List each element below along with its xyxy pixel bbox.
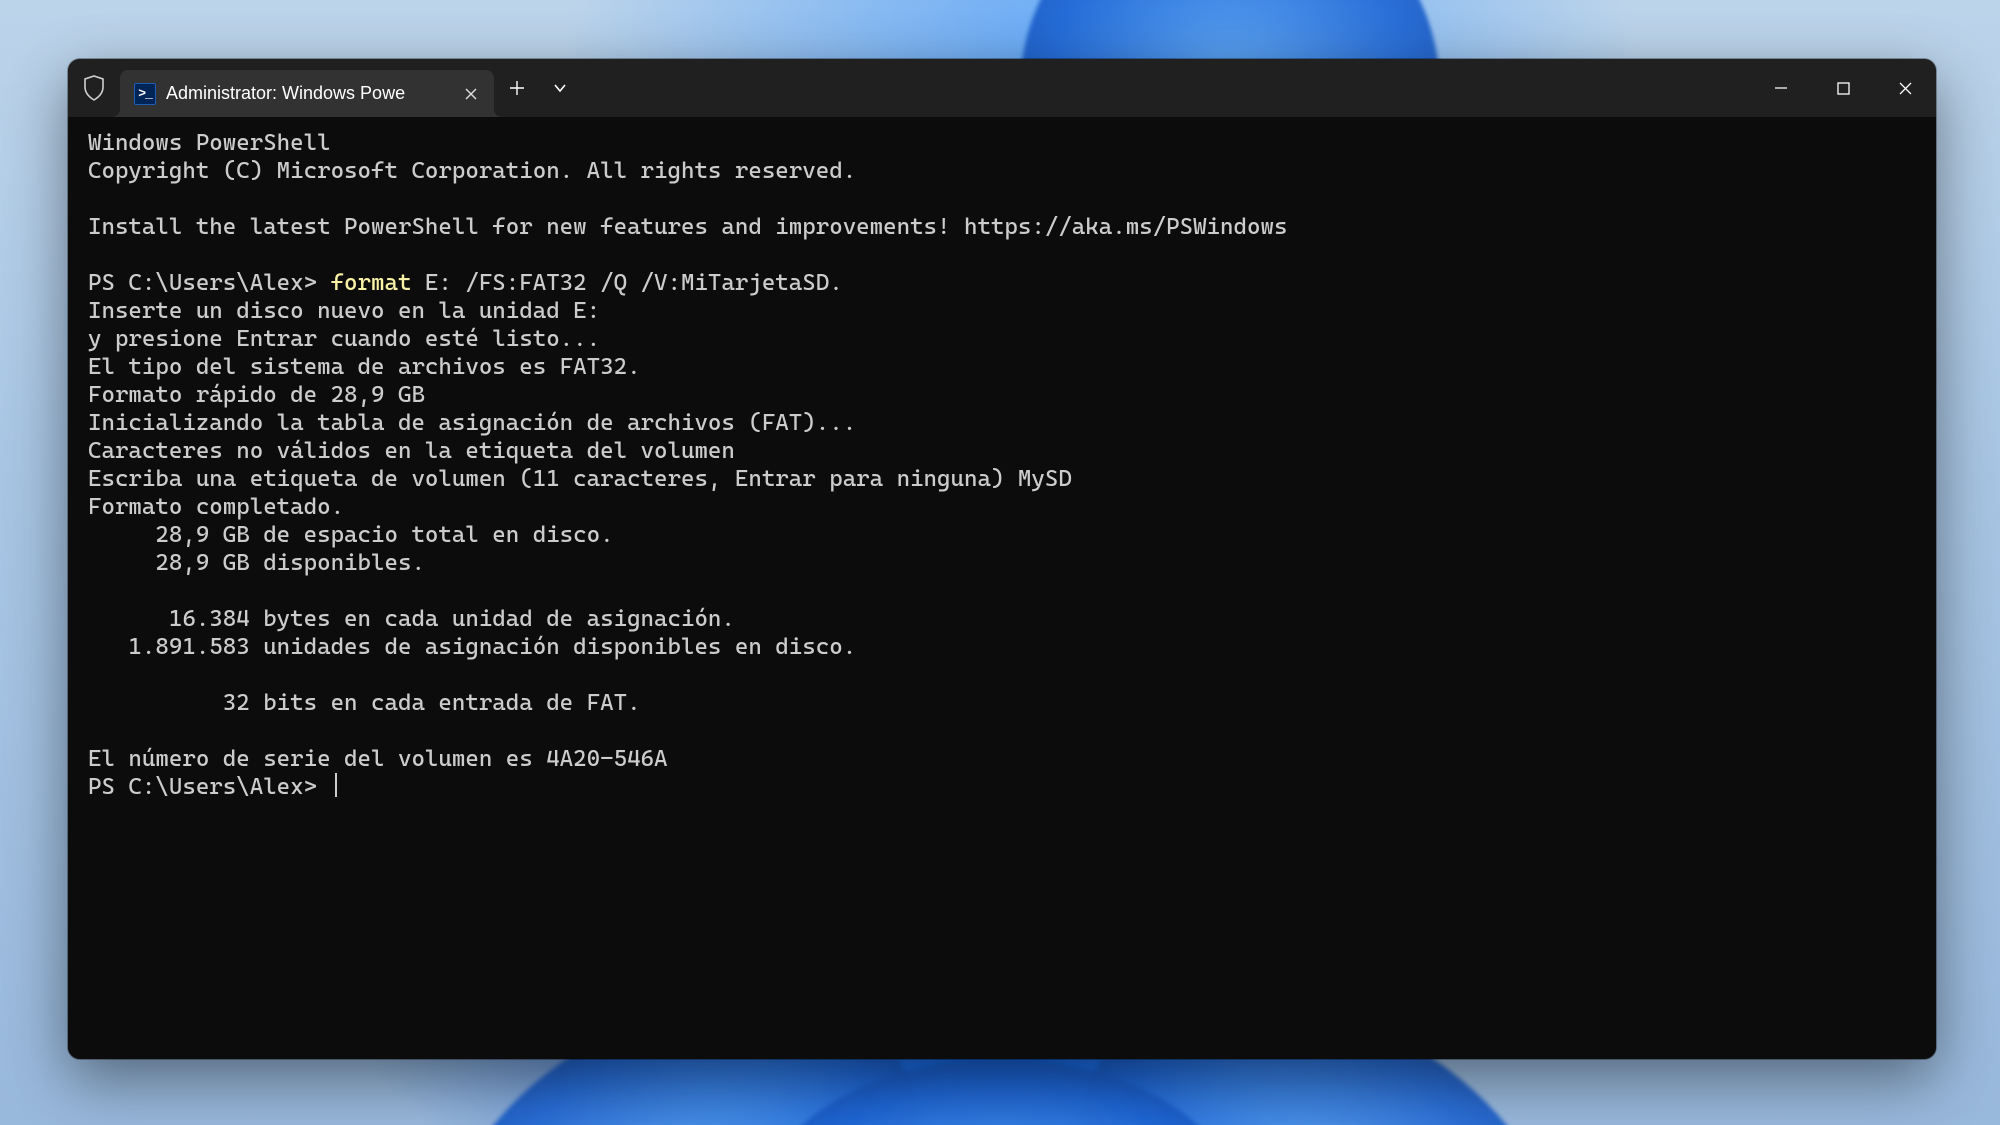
- tab-close-button[interactable]: [460, 83, 482, 105]
- term-line: y presione Entrar cuando esté listo...: [88, 326, 600, 352]
- prompt: PS C:\Users\Alex>: [88, 270, 331, 296]
- close-button[interactable]: [1874, 59, 1936, 117]
- command-keyword: format: [331, 270, 412, 296]
- maximize-button[interactable]: [1812, 59, 1874, 117]
- tab-title: Administrator: Windows Powe: [166, 83, 450, 104]
- powershell-icon: >_: [134, 83, 156, 105]
- term-line: Inicializando la tabla de asignación de …: [88, 410, 856, 436]
- term-line: 32 bits en cada entrada de FAT.: [88, 690, 641, 716]
- term-line: Windows PowerShell: [88, 130, 331, 156]
- tab-dropdown-button[interactable]: [540, 59, 580, 117]
- titlebar[interactable]: >_ Administrator: Windows Powe: [68, 59, 1936, 117]
- command-args: E: /FS:FAT32 /Q /V:MiTarjetaSD.: [411, 270, 842, 296]
- term-line: Escriba una etiqueta de volumen (11 cara…: [88, 466, 1072, 492]
- term-line: Formato rápido de 28,9 GB: [88, 382, 425, 408]
- term-line: Formato completado.: [88, 494, 344, 520]
- cursor: [335, 773, 337, 797]
- term-line: 16.384 bytes en cada unidad de asignació…: [88, 606, 735, 632]
- term-line: 28,9 GB disponibles.: [88, 550, 425, 576]
- term-line: 1.891.583 unidades de asignación disponi…: [88, 634, 856, 660]
- term-line: El número de serie del volumen es 4A20-5…: [88, 746, 668, 772]
- term-line: Install the latest PowerShell for new fe…: [88, 214, 1287, 240]
- term-line: El tipo del sistema de archivos es FAT32…: [88, 354, 641, 380]
- desktop-wallpaper: >_ Administrator: Windows Powe: [0, 0, 2000, 1125]
- term-line: Inserte un disco nuevo en la unidad E:: [88, 298, 600, 324]
- terminal-output[interactable]: Windows PowerShell Copyright (C) Microso…: [68, 117, 1936, 1059]
- term-line: 28,9 GB de espacio total en disco.: [88, 522, 614, 548]
- term-line: Caracteres no válidos en la etiqueta del…: [88, 438, 735, 464]
- prompt: PS C:\Users\Alex>: [88, 774, 331, 800]
- terminal-window: >_ Administrator: Windows Powe: [68, 59, 1936, 1059]
- tab-powershell[interactable]: >_ Administrator: Windows Powe: [120, 70, 494, 117]
- term-line: Copyright (C) Microsoft Corporation. All…: [88, 158, 856, 184]
- minimize-button[interactable]: [1750, 59, 1812, 117]
